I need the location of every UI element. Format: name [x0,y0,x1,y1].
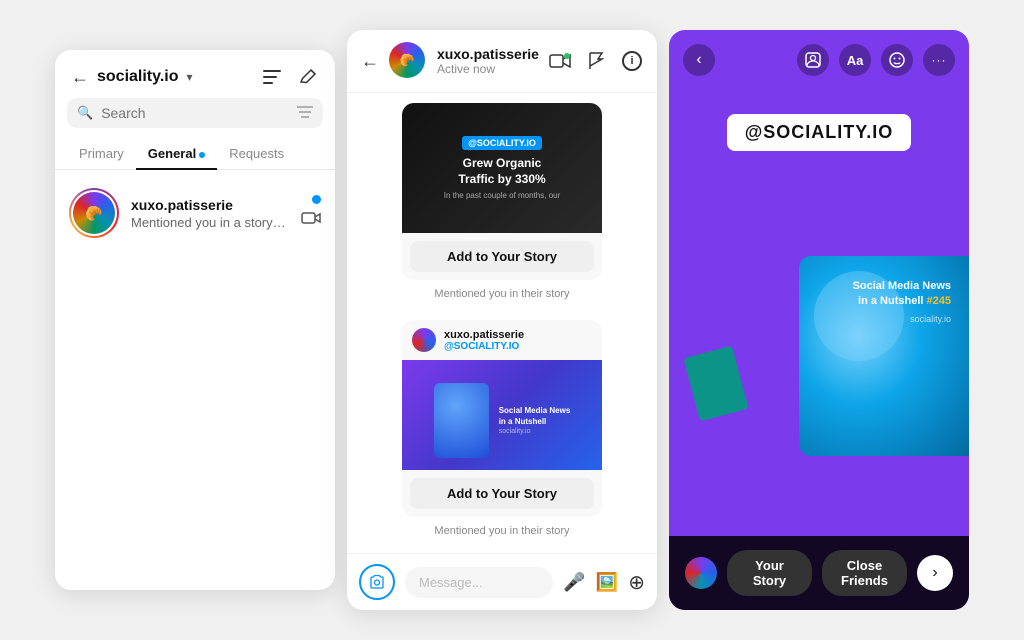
screen-story-viewer: ‹ Aa · [669,30,969,610]
message-input[interactable]: Message... [405,567,553,598]
screen-messages-list: ← sociality.io ▾ [55,50,335,590]
story-card-1: @SOCIALITY.IO Grew OrganicTraffic by 330… [402,103,602,280]
chat-user-status: Active now [437,62,539,76]
brand-tag: @SOCIALITY.IO [727,114,912,151]
story-next-btn[interactable]: › [917,555,953,591]
mention-label-2: Mentioned you in their story [434,525,569,537]
teal-decoration [683,346,748,422]
chat-user-name: xuxo.patisserie [437,46,539,62]
add-story-btn-1[interactable]: Add to Your Story [410,241,594,272]
flag-icon[interactable] [585,50,607,72]
info-icon[interactable]: i [621,50,643,72]
story-content: @SOCIALITY.IO Social Media Newsin a Nuts… [669,84,969,536]
back-arrow-icon[interactable]: ← [71,67,89,88]
camera-icon[interactable] [301,210,321,231]
add-story-btn-2[interactable]: Add to Your Story [410,478,594,509]
story-tag-badge-2: @SOCIALITY.IO [444,341,524,352]
story-header: ‹ Aa · [669,30,969,84]
title-caret-icon: ▾ [187,70,193,84]
tab-general[interactable]: General [136,138,217,169]
search-bar[interactable]: 🔍 [67,98,323,128]
app-title: sociality.io [97,68,179,86]
story-mention-1: @SOCIALITY.IO Grew OrganicTraffic by 330… [361,103,643,304]
message-meta [301,195,321,231]
story-more-icon[interactable]: ··· [923,44,955,76]
video-call-icon[interactable] [549,50,571,72]
story-headline-1: Grew OrganicTraffic by 330% [446,156,557,187]
filter-icon[interactable] [297,106,313,121]
story-image-2: Social Media News in a Nutshell socialit… [402,360,602,470]
tab-requests[interactable]: Requests [217,138,296,169]
close-friends-btn[interactable]: Close Friends [822,550,907,596]
chat-messages: @SOCIALITY.IO Grew OrganicTraffic by 330… [347,93,657,553]
chat-header-icons: i [549,50,643,72]
chat-user-info: xuxo.patisserie Active now [437,46,539,76]
screen-chat: ← 🥐 xuxo.patisserie Active now [347,30,657,610]
story-header-icons: Aa ··· [797,44,955,76]
list-item[interactable]: 🥐 xuxo.patisserie Mentioned you in a sto… [55,178,335,248]
story-side-tag: #245 [927,295,951,307]
message-tabs: Primary General Requests [55,138,335,170]
story-domain: sociality.io [853,314,951,324]
story-text-icon[interactable]: Aa [839,44,871,76]
story-profile-icon[interactable] [797,44,829,76]
plus-icon[interactable]: ⊕ [628,570,645,595]
compose-icon[interactable] [297,66,319,88]
story-user-info-2: xuxo.patisserie @SOCIALITY.IO [444,329,524,352]
story-card-2-header: xuxo.patisserie @SOCIALITY.IO [402,320,602,360]
story-mention-2: xuxo.patisserie @SOCIALITY.IO Social Med… [361,320,643,541]
chat-back-icon[interactable]: ← [361,51,379,72]
story-back-btn[interactable]: ‹ [683,44,715,76]
footer-avatar [685,557,717,589]
story-footer: Your Story Close Friends › [669,536,969,610]
story-side-title: Social Media Newsin a Nutshell #245 [853,279,951,310]
unread-indicator [199,152,205,158]
sender-name: xuxo.patisserie [131,197,289,213]
header-icons [261,66,319,88]
story-card-2: xuxo.patisserie @SOCIALITY.IO Social Med… [402,320,602,517]
message-list: 🥐 xuxo.patisserie Mentioned you in a sto… [55,170,335,590]
chat-avatar-wrap: 🥐 [389,42,427,80]
camera-btn[interactable] [359,564,395,600]
search-icon: 🔍 [77,105,93,121]
chat-header: ← 🥐 xuxo.patisserie Active now [347,30,657,93]
message-content: xuxo.patisserie Mentioned you in a story… [131,197,289,230]
story-username-2: xuxo.patisserie [444,329,524,341]
story-sub-text-1: In the past couple of months, our [432,191,573,200]
chat-input-area: Message... 🎤 🖼️ ⊕ [347,553,657,610]
avatar-container: 🥐 [69,188,119,238]
search-input[interactable] [101,105,289,121]
mic-icon[interactable]: 🎤 [563,572,585,593]
your-story-btn[interactable]: Your Story [727,550,812,596]
header-left: ← sociality.io ▾ [71,67,193,88]
input-icons: 🎤 🖼️ ⊕ [563,570,645,595]
gallery-icon[interactable]: 🖼️ [596,572,618,593]
tab-primary[interactable]: Primary [67,138,136,169]
story-sticker-icon[interactable] [881,44,913,76]
mention-label-1: Mentioned you in their story [434,288,569,300]
unread-dot [312,195,321,204]
story-avatar-2 [412,328,436,352]
story-side-text: Social Media Newsin a Nutshell #245 soci… [853,279,951,324]
message-preview: Mentioned you in a story · now [131,215,289,230]
story-tag-1: @SOCIALITY.IO [462,136,542,150]
messages-header: ← sociality.io ▾ [55,50,335,98]
list-icon[interactable] [261,66,283,88]
screens-container: ← sociality.io ▾ [35,10,989,630]
